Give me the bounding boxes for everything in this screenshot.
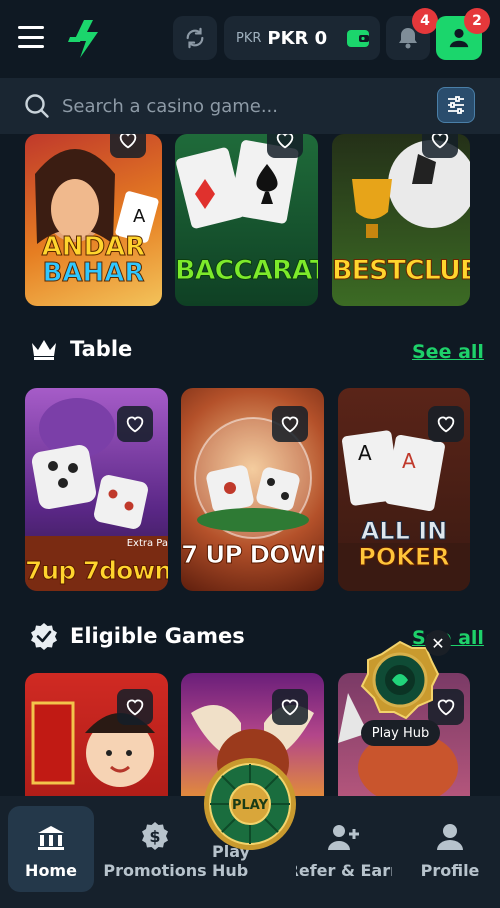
favorite-button[interactable] [428, 406, 464, 442]
currency-code: PKR [236, 30, 262, 46]
game-card-all-in-poker[interactable]: A A ALL IN POKER [338, 388, 470, 591]
game-card-7up-7down[interactable]: 7up 7down Extra Pa [25, 388, 168, 591]
account-button[interactable]: 2 [436, 8, 490, 60]
game-card-bestclub[interactable]: BESTCLUB [332, 134, 470, 306]
favorite-button[interactable] [272, 406, 308, 442]
refresh-balance-button[interactable] [173, 16, 217, 60]
heart-icon [437, 416, 455, 433]
user-icon [437, 824, 463, 850]
favorite-button[interactable] [272, 689, 308, 725]
game-title: 7up 7down [25, 556, 168, 586]
balance-amount: PKR 0 [267, 27, 328, 49]
game-card-eligible-1[interactable] [25, 673, 168, 798]
section-title-eligible-games: Eligible Games [30, 622, 245, 650]
nav-label: Promotions [103, 861, 207, 880]
balance-display[interactable]: PKR PKR 0 [224, 16, 380, 60]
brand-logo[interactable] [62, 17, 106, 61]
game-title: BACCARAT [175, 255, 318, 287]
verified-badge-icon [31, 623, 57, 650]
game-title: 7 UP DOWN [181, 540, 324, 570]
game-card-7-up-down[interactable]: 7 UP DOWN [181, 388, 324, 591]
nav-item-refer-earn[interactable]: Refer & Earn [296, 806, 392, 892]
play-wheel-label: PLAY [232, 798, 269, 813]
game-title: BESTCLUB [332, 255, 470, 287]
search-icon [25, 94, 49, 118]
favorite-button[interactable] [117, 406, 153, 442]
play-wheel-icon[interactable]: PLAY [202, 756, 298, 852]
svg-text:A: A [133, 206, 146, 227]
search-bar [0, 78, 500, 134]
section-title-table: Table [30, 337, 132, 361]
game-card-andar-bahar[interactable]: A ANDAR BAHAR [25, 134, 162, 306]
hamburger-menu-icon[interactable] [18, 26, 44, 48]
favorite-button[interactable] [110, 134, 146, 158]
top-bar: PKR PKR 0 4 2 [0, 0, 500, 78]
user-icon [449, 28, 469, 48]
account-badge: 2 [464, 8, 490, 34]
notifications-badge: 4 [412, 8, 438, 34]
notifications-button[interactable]: 4 [386, 8, 438, 60]
favorite-button[interactable] [117, 689, 153, 725]
add-user-icon [328, 825, 359, 850]
favorite-button[interactable] [422, 134, 458, 158]
heart-icon [431, 134, 449, 149]
game-title: ALL IN POKER [358, 517, 450, 571]
nav-item-home[interactable]: Home [8, 806, 94, 892]
nav-item-profile[interactable]: Profile [410, 806, 490, 892]
refresh-icon [186, 27, 204, 49]
bank-icon [38, 826, 64, 850]
play-hub-float-label: Play Hub [361, 720, 440, 746]
svg-text:A: A [358, 441, 372, 465]
crown-icon [32, 340, 56, 360]
heart-icon [281, 416, 299, 433]
svg-text:A: A [402, 449, 416, 473]
svg-text:$: $ [149, 827, 160, 846]
nav-item-promotions[interactable]: $ Promotions [103, 806, 207, 892]
close-icon[interactable]: ✕ [425, 630, 451, 656]
game-card-baccarat[interactable]: BACCARAT [175, 134, 318, 306]
nav-label: Refer & Earn [296, 861, 392, 880]
heart-icon [126, 416, 144, 433]
dollar-badge-icon: $ [142, 822, 168, 850]
heart-icon [276, 134, 294, 149]
search-input[interactable] [62, 90, 422, 122]
game-title: ANDAR BAHAR [41, 232, 146, 288]
game-tag: Extra Pa [126, 538, 168, 549]
heart-icon [281, 699, 299, 716]
wallet-icon[interactable] [346, 27, 370, 49]
favorite-button[interactable] [267, 134, 303, 158]
nav-label: Profile [420, 861, 480, 880]
filter-button[interactable] [437, 87, 475, 123]
sliders-icon [448, 96, 464, 114]
nav-label: Home [25, 861, 77, 880]
see-all-link-table[interactable]: See all [412, 341, 484, 363]
heart-icon [126, 699, 144, 716]
heart-icon [119, 134, 137, 149]
